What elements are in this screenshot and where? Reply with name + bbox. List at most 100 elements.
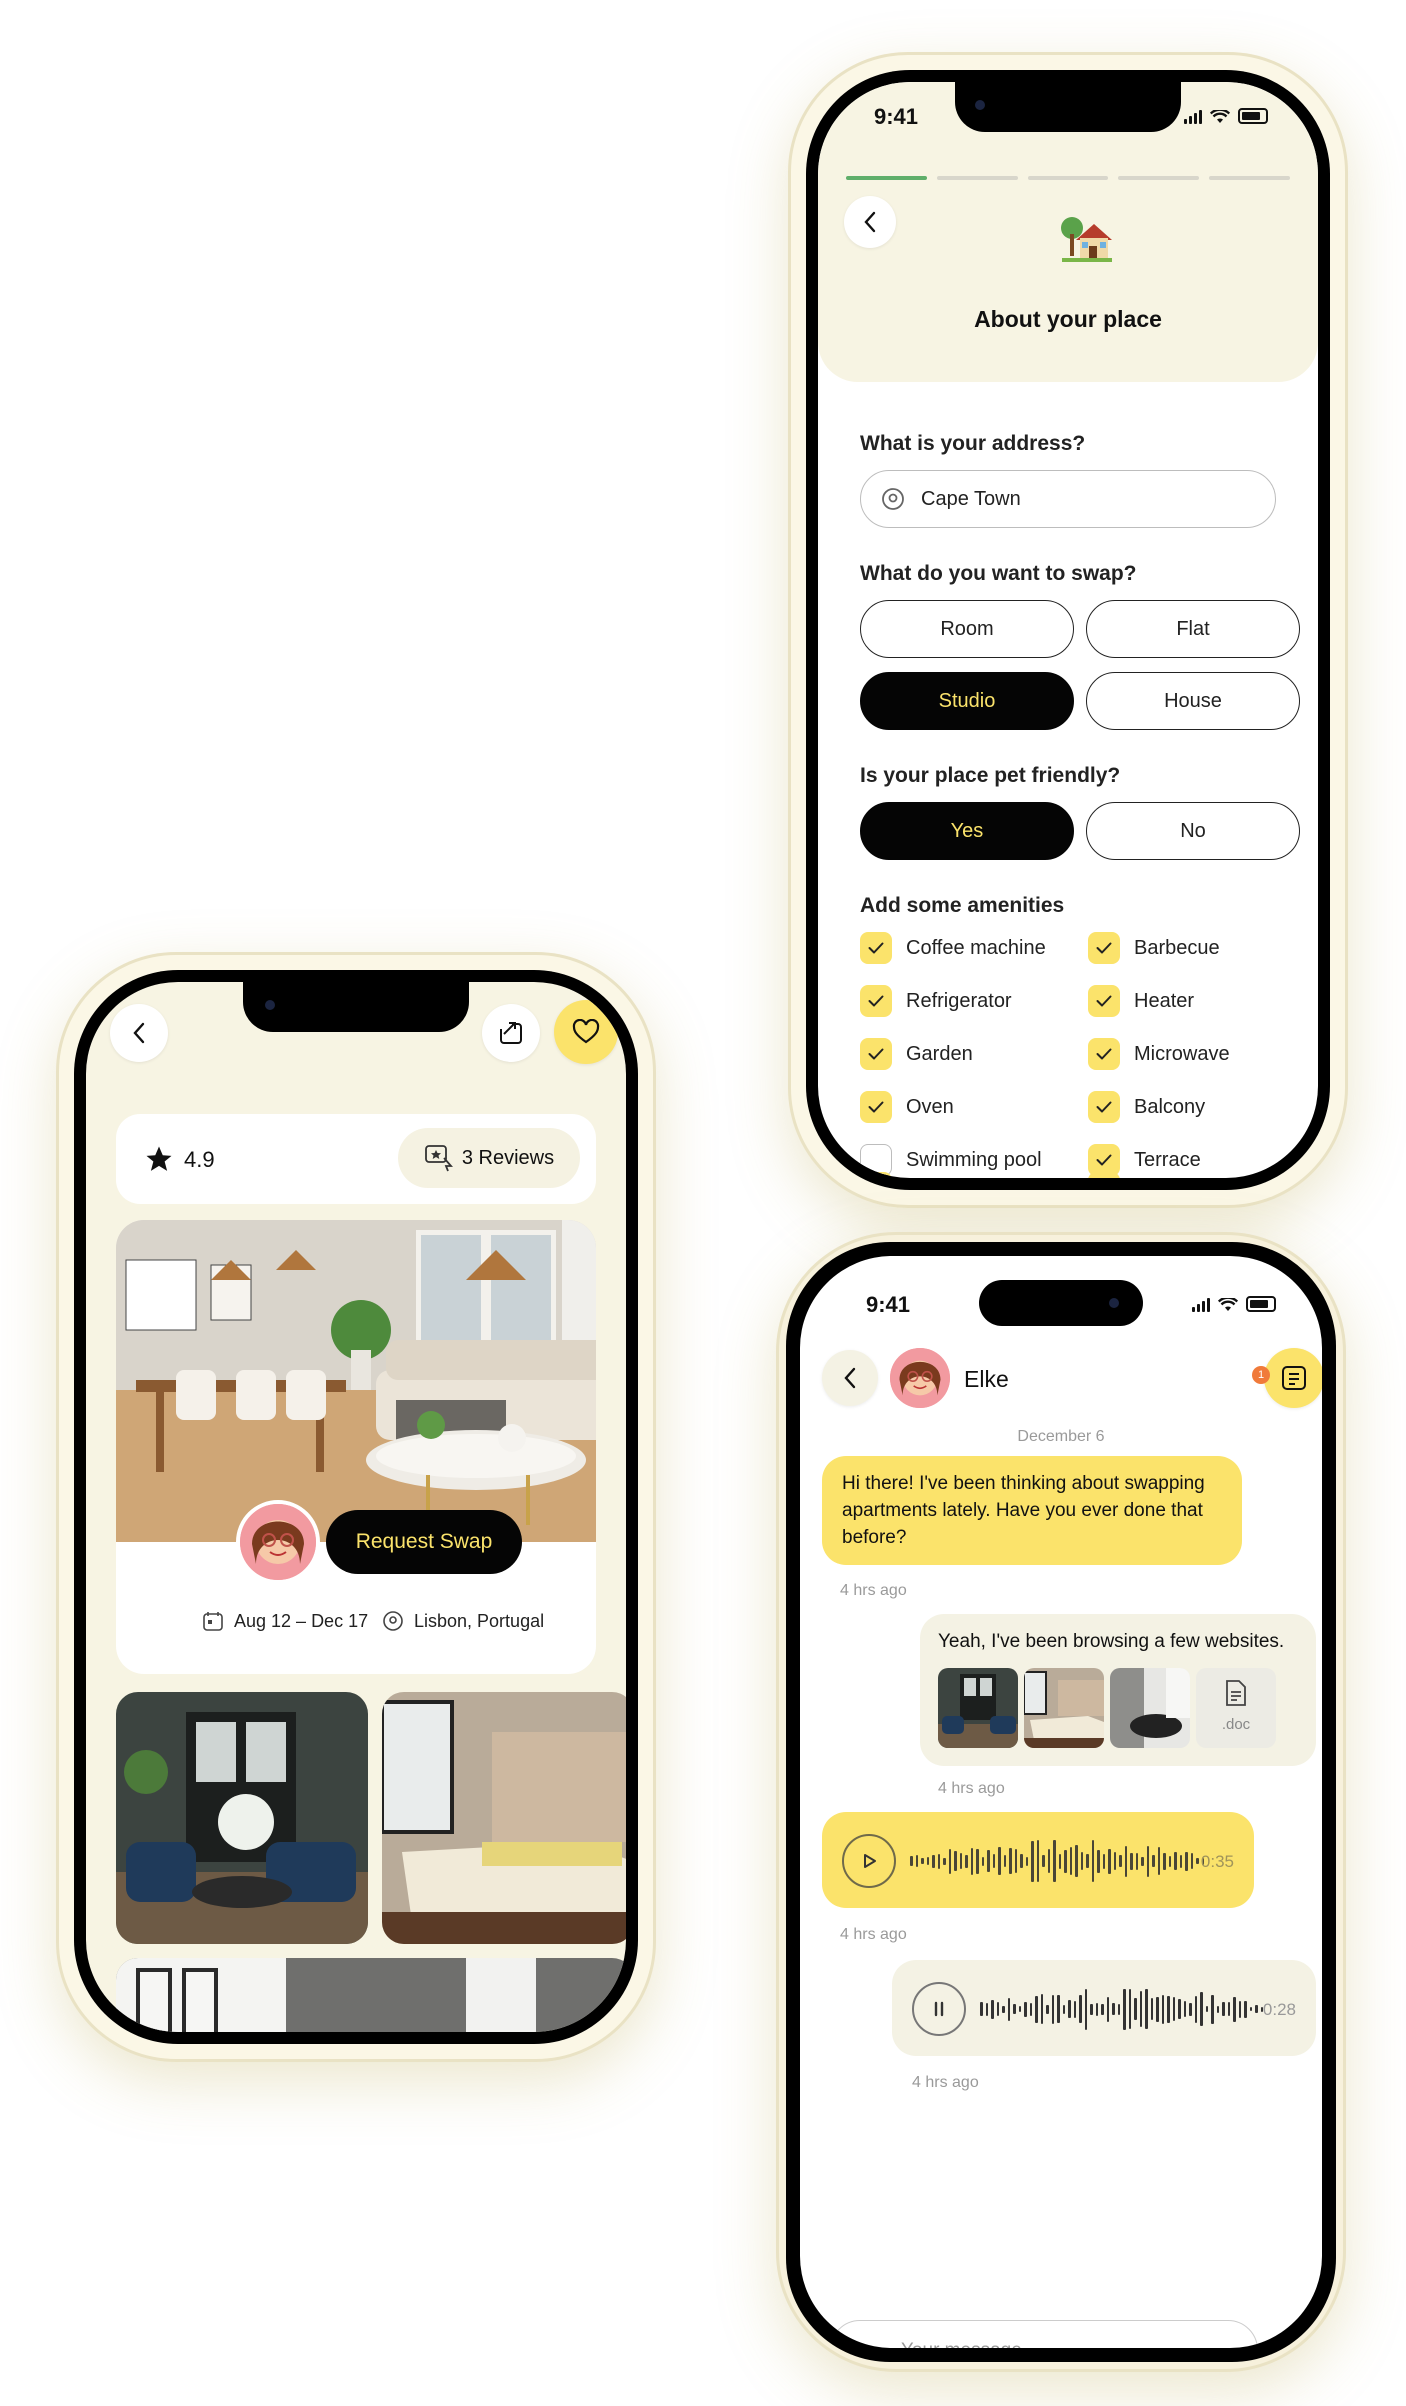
composer-placeholder: Your message [901,2340,1022,2348]
amenity-checkbox[interactable]: Heater [1088,985,1194,1017]
attachment-file[interactable]: .doc [1196,1668,1276,1748]
back-button[interactable] [822,1350,878,1406]
chevron-left-icon [864,211,876,233]
amenity-label: Barbecue [1134,936,1220,959]
reviews-label: 3 Reviews [461,1146,555,1169]
swap-option-house[interactable]: House [1086,672,1300,730]
house-icon [1061,217,1112,262]
swap-option-flat[interactable]: Flat [1086,600,1300,658]
back-button[interactable] [110,1004,168,1062]
pet-option-no[interactable]: No [1086,802,1300,860]
status-time: 9:41 [866,1292,911,1317]
file-icon [1226,1679,1246,1706]
pause-button[interactable] [912,1982,966,2036]
contact-avatar[interactable] [890,1348,950,1408]
rating-card: 4.9 3 Reviews [116,1114,596,1204]
wifi-icon [1210,110,1230,123]
amenity-checkbox[interactable]: Garden [860,1038,973,1070]
photo-thumbnail[interactable] [116,1692,368,1944]
address-value: Cape Town [921,487,1021,510]
photo-thumbnail[interactable] [382,1692,626,1944]
documents-button[interactable] [1264,1348,1322,1408]
reviews-button[interactable]: 3 Reviews [398,1128,580,1188]
photo-thumbnail[interactable] [116,1958,626,2032]
signal-icon [1184,110,1202,124]
message-input[interactable]: Your message [830,2320,1258,2348]
checkmark-icon [860,1038,892,1070]
amenity-label: Heater [1134,989,1195,1012]
star-icon [146,1146,172,1171]
voice-duration: 0:35 [1200,1852,1234,1871]
swap-option-room[interactable]: Room [860,600,1074,658]
amenity-checkbox[interactable]: Coffee machine [860,932,1046,964]
amenity-checkbox[interactable]: Refrigerator [860,985,1012,1017]
checkmark-icon [860,1091,892,1123]
amenities-overflow [1088,1172,1120,1178]
checkmark-icon [1088,932,1120,964]
amenity-label: Terrace [1134,1148,1201,1171]
phone-screen: 4.9 3 Reviews Request Swap Aug 12 – Dec … [86,982,626,2032]
amenities-overflow [860,1172,892,1178]
swap-option-studio[interactable]: Studio [860,672,1074,730]
request-swap-button[interactable]: Request Swap [326,1510,522,1574]
phone-listing: 4.9 3 Reviews Request Swap Aug 12 – Dec … [56,952,656,2062]
amenities-label: Add some amenities [860,894,1065,917]
checkmark-icon [860,985,892,1017]
checkmark-icon [1088,1091,1120,1123]
message-timestamp: 4 hrs ago [912,2074,979,2091]
status-time: 9:41 [874,104,919,129]
amenity-checkbox[interactable]: Barbecue [1088,932,1220,964]
dates-meta: Aug 12 – Dec 17 [202,1610,368,1632]
message-timestamp: 4 hrs ago [840,1926,907,1943]
amenity-checkbox[interactable]: Microwave [1088,1038,1230,1070]
amenity-label: Swimming pool [906,1148,1042,1171]
amenity-checkbox[interactable]: Oven [860,1091,954,1123]
phone-screen: 9:41 About your place What is your addre… [818,82,1318,1178]
step-progress [846,176,1290,180]
amenity-checkbox[interactable]: Swimming pool [860,1144,1042,1176]
address-label: What is your address? [860,432,1086,455]
voice-message-incoming: 0:35 [822,1812,1254,1908]
checkmark-icon [860,932,892,964]
signal-icon [1192,1298,1210,1312]
audio-waveform[interactable] [980,1984,1263,2034]
pause-icon [934,2001,944,2017]
pet-option-yes[interactable]: Yes [860,802,1074,860]
phone-bezel: 9:41 About your place What is your addre… [806,70,1330,1190]
reviews-icon [424,1145,453,1172]
share-button[interactable] [482,1004,540,1062]
dynamic-island [979,1280,1143,1326]
attachment-image[interactable] [1024,1668,1104,1748]
audio-waveform[interactable] [910,1836,1204,1886]
date-divider: December 6 [1017,1428,1105,1445]
battery-icon [1238,108,1268,124]
document-icon [1282,1366,1306,1390]
amenity-label: Balcony [1134,1095,1206,1118]
microphone-icon [1307,2335,1321,2348]
back-button[interactable] [844,196,896,248]
location-label: Lisbon, Portugal [414,1610,545,1631]
host-avatar[interactable] [236,1500,320,1584]
message-incoming: Hi there! I've been thinking about swapp… [822,1456,1242,1565]
voice-message-outgoing: 0:28 [892,1960,1316,2056]
file-type-label: .doc [1221,1715,1251,1733]
address-input[interactable]: Cape Town [860,470,1276,528]
attachment-image[interactable] [938,1668,1018,1748]
amenity-label: Garden [906,1042,973,1065]
play-button[interactable] [842,1834,896,1888]
contact-name: Elke [964,1366,1009,1392]
location-pin-icon [882,488,904,510]
phone-screen: 9:41 Elke 1 December 6 Hi there! I've be… [800,1256,1322,2348]
notch [955,82,1181,132]
location-meta: Lisbon, Portugal [382,1610,544,1632]
phone-bezel: 4.9 3 Reviews Request Swap Aug 12 – Dec … [74,970,638,2044]
checkmark-icon [1088,1038,1120,1070]
notch [243,982,469,1032]
amenity-label: Refrigerator [906,989,1012,1012]
page-title: About your place [974,306,1162,332]
message-timestamp: 4 hrs ago [938,1780,1005,1797]
favorite-button[interactable] [554,1000,618,1064]
amenity-checkbox[interactable]: Balcony [1088,1091,1205,1123]
attachment-image[interactable] [1110,1668,1190,1748]
send-voice-button[interactable] [1286,2316,1322,2348]
